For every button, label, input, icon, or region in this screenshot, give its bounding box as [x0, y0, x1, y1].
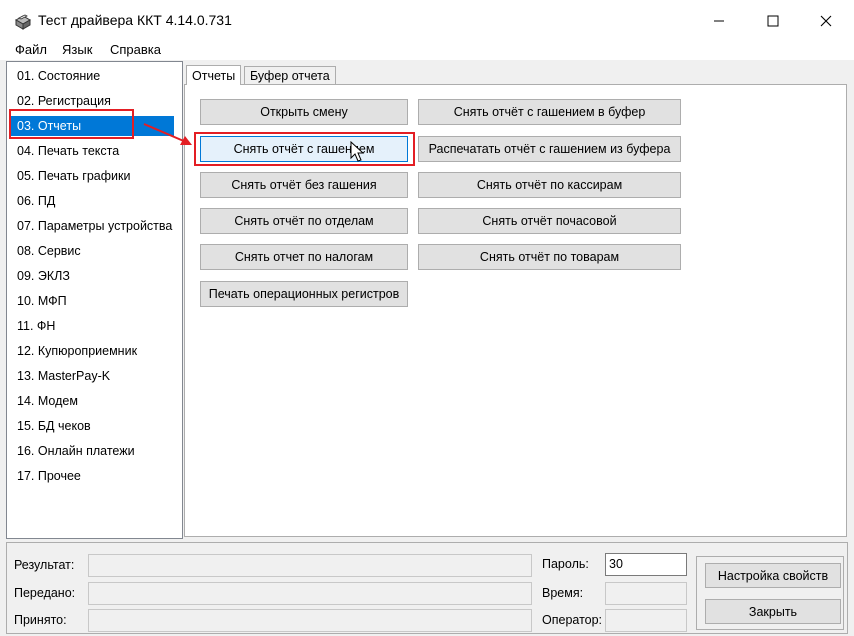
print-operation-registers-button[interactable]: Печать операционных регистров	[200, 281, 408, 307]
open-shift-button[interactable]: Открыть смену	[200, 99, 408, 125]
sent-label: Передано:	[14, 586, 76, 600]
nav-item-other[interactable]: 17. Прочее	[11, 466, 174, 486]
menu-help[interactable]: Справка	[110, 42, 161, 57]
x-report-button[interactable]: Снять отчёт без гашения	[200, 172, 408, 198]
printer-icon	[13, 13, 33, 31]
nav-item-status[interactable]: 01. Состояние	[11, 66, 174, 86]
result-label: Результат:	[14, 558, 75, 572]
minimize-icon	[714, 20, 724, 22]
settings-button[interactable]: Настройка свойств	[705, 563, 841, 588]
nav-item-eklz[interactable]: 09. ЭКЛЗ	[11, 266, 174, 286]
mouse-cursor-icon	[350, 141, 365, 162]
nav-item-modem[interactable]: 14. Модем	[11, 391, 174, 411]
taxes-report-button[interactable]: Снять отчет по налогам	[200, 244, 408, 270]
close-button[interactable]: Закрыть	[705, 599, 841, 624]
menu-bar: Файл Язык Справка	[0, 42, 854, 60]
nav-item-registration[interactable]: 02. Регистрация	[11, 91, 174, 111]
title-bar: Тест драйвера ККТ 4.14.0.731	[0, 0, 854, 42]
nav-item-receipts-db[interactable]: 15. БД чеков	[11, 416, 174, 436]
highlight-box-reports	[9, 109, 134, 139]
nav-item-fn[interactable]: 11. ФН	[11, 316, 174, 336]
nav-item-bill-acceptor[interactable]: 12. Купюроприемник	[11, 341, 174, 361]
hourly-report-button[interactable]: Снять отчёт почасовой	[418, 208, 681, 234]
nav-item-masterpay[interactable]: 13. MasterPay-K	[11, 366, 174, 386]
z-report-to-buffer-button[interactable]: Снять отчёт с гашением в буфер	[418, 99, 681, 125]
cashiers-report-button[interactable]: Снять отчёт по кассирам	[418, 172, 681, 198]
goods-report-button[interactable]: Снять отчёт по товарам	[418, 244, 681, 270]
close-icon	[820, 15, 832, 27]
window-title: Тест драйвера ККТ 4.14.0.731	[38, 12, 232, 28]
maximize-button[interactable]	[750, 6, 796, 36]
nav-item-pd[interactable]: 06. ПД	[11, 191, 174, 211]
time-label: Время:	[542, 586, 584, 600]
time-field	[605, 582, 687, 605]
departments-report-button[interactable]: Снять отчёт по отделам	[200, 208, 408, 234]
tab-reports[interactable]: Отчеты	[186, 65, 242, 85]
result-field	[88, 554, 532, 577]
highlight-box-z-report	[194, 132, 415, 166]
menu-file[interactable]: Файл	[15, 42, 47, 57]
print-z-report-from-buffer-button[interactable]: Распечатать отчёт с гашением из буфера	[418, 136, 681, 162]
received-label: Принято:	[14, 613, 67, 627]
password-label: Пароль:	[542, 557, 589, 571]
tab-report-buffer[interactable]: Буфер отчета	[244, 66, 336, 84]
received-field	[88, 609, 532, 632]
operator-label: Оператор:	[542, 613, 603, 627]
nav-item-service[interactable]: 08. Сервис	[11, 241, 174, 261]
nav-item-mfp[interactable]: 10. МФП	[11, 291, 174, 311]
nav-item-print-graphics[interactable]: 05. Печать графики	[11, 166, 174, 186]
close-window-button[interactable]	[803, 6, 849, 36]
nav-item-online-payments[interactable]: 16. Онлайн платежи	[11, 441, 174, 461]
maximize-icon	[767, 15, 779, 27]
nav-item-device-params[interactable]: 07. Параметры устройства	[11, 216, 174, 236]
annotation-arrow-icon	[143, 123, 192, 145]
sent-field	[88, 582, 532, 605]
menu-language[interactable]: Язык	[62, 42, 92, 57]
operator-field	[605, 609, 687, 632]
minimize-button[interactable]	[696, 6, 742, 36]
password-input[interactable]: 30	[605, 553, 687, 576]
